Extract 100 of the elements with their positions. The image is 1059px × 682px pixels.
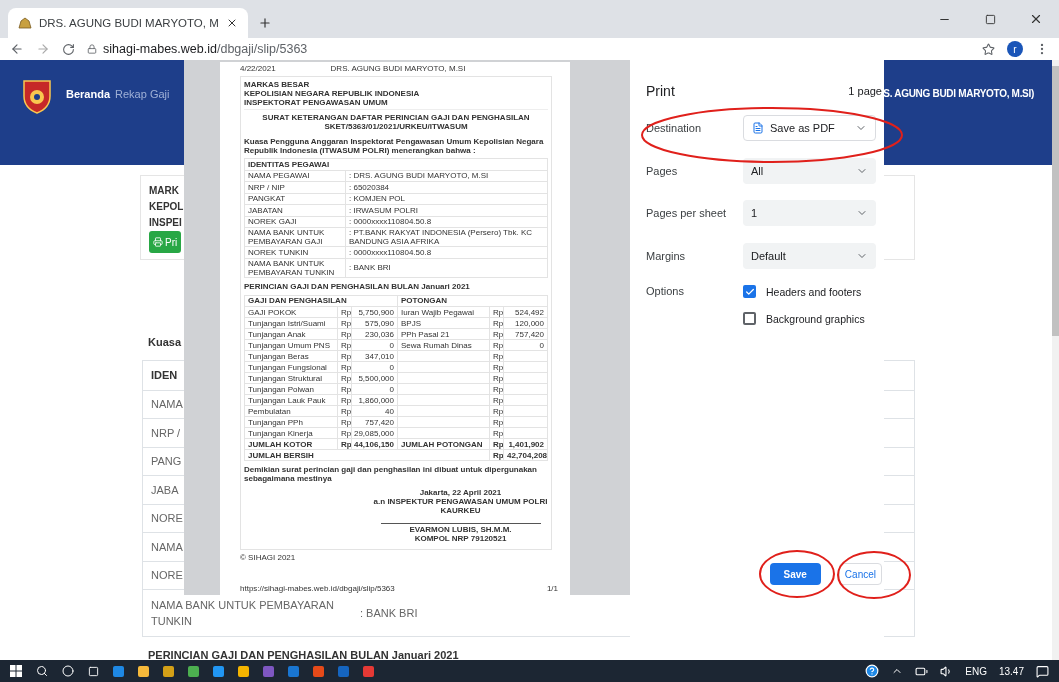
table-cell: JABATAN (248, 205, 283, 215)
circle-icon[interactable] (62, 665, 74, 677)
app-icon[interactable] (163, 665, 174, 677)
shield-logo-icon (22, 78, 52, 114)
header-line: MARK (149, 184, 179, 198)
save-button[interactable]: Save (769, 563, 821, 585)
windows-logo-icon[interactable] (10, 665, 22, 677)
checkbox[interactable] (743, 312, 756, 325)
setting-label: Options (646, 285, 685, 297)
emblem-icon (18, 17, 32, 29)
notification-icon[interactable] (1036, 664, 1049, 678)
table-cell: Rp (493, 373, 504, 383)
checkbox[interactable] (743, 285, 756, 298)
close-icon[interactable] (226, 17, 238, 29)
table-cell: 0 (539, 340, 544, 350)
table-cell: Rp (493, 428, 504, 438)
app-icon[interactable] (238, 665, 249, 677)
table-heading: IDEN (150, 368, 179, 384)
checkbox-option[interactable]: Background graphics (743, 312, 876, 325)
table-cell: 5,750,900 (358, 307, 394, 317)
help-icon[interactable] (865, 664, 880, 678)
signer-line: EVARMON LUBIS, SH.M.M. (409, 525, 512, 534)
table-cell: Rp (493, 329, 504, 339)
signature-line: a.n INSPEKTUR PENGAWASAN UMUM POLRI (373, 497, 548, 506)
task-view-icon[interactable] (88, 665, 99, 677)
table-cell: Tunjangan Kinerja (248, 428, 313, 438)
language-indicator[interactable]: ENG (965, 665, 987, 677)
table-cell: 5,500,000 (358, 373, 394, 383)
table-cell: NAMA PEGAWAI (248, 171, 310, 181)
table-cell: Rp (493, 395, 504, 405)
scrollbar[interactable] (1052, 60, 1059, 660)
search-icon[interactable] (36, 665, 48, 677)
select-field[interactable]: 1 (743, 200, 876, 227)
table-cell: Rp (493, 362, 504, 372)
table-cell: JUMLAH POTONGAN (401, 439, 483, 449)
new-tab-icon[interactable] (258, 16, 272, 30)
bookmark-star-icon[interactable] (982, 42, 995, 56)
nav-link[interactable]: Beranda (66, 88, 111, 100)
header-line: INSPEI (149, 216, 182, 230)
table-cell: Rp (493, 318, 504, 328)
table-cell-text: NORE (150, 568, 184, 584)
app-icon[interactable] (138, 665, 149, 677)
setting-label: Margins (646, 249, 687, 262)
address-field[interactable]: sihagi-mabes.web.id/dbgaji/slip/5363 (87, 42, 970, 56)
app-icon[interactable] (363, 665, 374, 677)
profile-avatar[interactable]: r (1007, 41, 1023, 57)
table-cell: Tunjangan Beras (248, 351, 309, 361)
table-cell: Tunjangan Polwan (248, 384, 314, 394)
table-cell: : 65020384 (349, 182, 390, 192)
app-icon[interactable] (313, 665, 324, 677)
select-field[interactable]: Save as PDF (743, 115, 876, 142)
table-cell: Tunjangan Struktural (248, 373, 322, 383)
table-cell: Rp (341, 417, 352, 427)
setting-label: Pages (646, 164, 679, 177)
table-cell: 230,036 (365, 329, 394, 339)
table-cell: Rp (341, 373, 352, 383)
table-cell: NOREK TUNKIN (248, 247, 309, 257)
clock[interactable]: 13.47 (998, 665, 1024, 677)
back-icon[interactable] (10, 42, 24, 56)
table-cell: PPh Pasal 21 (401, 329, 450, 339)
statement-text: Demikian surat perincian gaji dan penghasilan ini dibuat untuk dipergunakan sebagaimana mestinya (244, 465, 538, 483)
table-cell: Tunjangan Istri/Suami (248, 318, 326, 328)
lock-icon (87, 44, 97, 54)
user-name: S. AGUNG BUDI MARYOTO, M.SI) (883, 88, 1034, 99)
select-field[interactable]: Default (743, 242, 876, 269)
maximize-icon[interactable] (984, 13, 996, 25)
browser-tab[interactable]: DRS. AGUNG BUDI MARYOTO, M (8, 8, 248, 38)
app-icon[interactable] (188, 665, 199, 677)
dialog-title: Print (646, 83, 675, 99)
table-cell: Rp (341, 395, 352, 405)
table-cell-text: NRP / (150, 425, 182, 441)
table-cell: 1,860,000 (358, 395, 394, 405)
organization-line: MARKAS BESAR (244, 80, 311, 89)
table-cell: Pembulatan (248, 406, 291, 416)
table-cell-text: NAMA BANK UNTUK PEMBAYARAN GAJI (248, 228, 326, 246)
section-title: PERINCIAN GAJI DAN PENGHASILAN BULAN Januari 2021 (148, 649, 459, 660)
table-cell: Rp (493, 307, 504, 317)
table-cell: Rp (341, 329, 352, 339)
checkbox-option[interactable]: Headers and footers (743, 285, 876, 298)
close-icon[interactable] (1029, 12, 1043, 26)
table-cell-text: : BANK BRI (360, 607, 419, 619)
table-cell: Rp (341, 439, 352, 449)
table-cell: Rp (341, 307, 352, 317)
app-icon[interactable] (113, 665, 124, 677)
table-cell: Sewa Rumah Dinas (401, 340, 472, 350)
table-cell: Rp (493, 384, 504, 394)
table-cell: Rp (493, 340, 504, 350)
organization-line: INSPEKTORAT PENGAWASAN UMUM (244, 98, 389, 107)
table-cell-text: : PT.BANK RAKYAT INDONESIA (Persero) Tbk. KC BANDUNG ASIA AFRIKA (349, 228, 533, 246)
organization-line: KEPOLISIAN NEGARA REPUBLIK INDONESIA (244, 89, 421, 98)
select-field[interactable]: All (743, 157, 876, 184)
reload-icon[interactable] (62, 42, 75, 56)
table-cell: 757,420 (515, 329, 544, 339)
footer-page-number: 1/1 (546, 584, 558, 593)
table-cell: Rp (493, 450, 504, 460)
cancel-button[interactable]: Cancel (838, 563, 882, 585)
app-icon[interactable] (213, 665, 224, 677)
table-cell: Iuran Wajib Pegawai (401, 307, 475, 317)
nav-link[interactable]: Rekap Gaji (115, 88, 170, 100)
table-cell-text: NAMA BANK UNTUK PEMBAYARAN TUNKIN (248, 258, 336, 277)
